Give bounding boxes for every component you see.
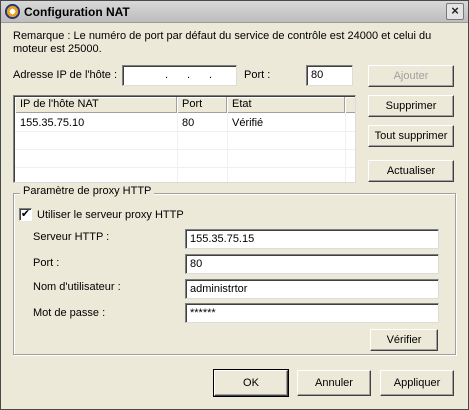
proxy-port-field[interactable]: 80 (185, 254, 439, 274)
verify-button[interactable]: Vérifier (370, 329, 438, 351)
close-button[interactable]: × (446, 3, 464, 20)
host-ip-label: Adresse IP de l'hôte : (13, 69, 118, 81)
host-ip-field[interactable]: . . . (122, 65, 237, 86)
column-header-ip[interactable]: IP de l'hôte NAT (15, 97, 177, 113)
info-note: Remarque : Le numéro de port par défaut … (13, 30, 432, 55)
apply-button[interactable]: Appliquer (380, 370, 454, 396)
column-header-status[interactable]: Etat (227, 97, 345, 113)
window-title: Configuration NAT (24, 5, 130, 19)
host-port-field[interactable]: 80 (306, 65, 353, 86)
list-header: IP de l'hôte NAT Port Etat (15, 97, 355, 113)
nat-host-list[interactable]: IP de l'hôte NAT Port Etat 155.35.75.10 … (13, 95, 356, 183)
cancel-button[interactable]: Annuler (297, 370, 371, 396)
use-proxy-label[interactable]: Utiliser le serveur proxy HTTP (37, 209, 184, 221)
table-row-empty (15, 132, 355, 150)
table-row[interactable]: 155.35.75.10 80 Vérifié (15, 114, 355, 132)
proxy-password-field[interactable]: ****** (185, 303, 439, 323)
app-logo-icon (5, 4, 20, 19)
refresh-button[interactable]: Actualiser (368, 160, 454, 182)
host-port-label: Port : (244, 69, 271, 81)
add-button[interactable]: Ajouter (368, 65, 454, 87)
proxy-server-label: Serveur HTTP : (33, 231, 110, 243)
cell-ip: 155.35.75.10 (20, 117, 85, 129)
delete-button[interactable]: Supprimer (368, 95, 454, 117)
delete-all-button[interactable]: Tout supprimer (368, 125, 454, 147)
cell-port: 80 (182, 117, 195, 129)
proxy-port-label: Port : (33, 257, 60, 269)
title-bar[interactable]: Configuration NAT × (1, 1, 468, 23)
nat-config-dialog: Configuration NAT × Remarque : Le numéro… (0, 0, 469, 410)
ip-separator: . (187, 69, 191, 81)
ok-button[interactable]: OK (213, 369, 289, 397)
table-row-empty (15, 150, 355, 168)
ip-separator: . (165, 69, 169, 81)
cell-status: Vérifié (232, 117, 264, 129)
proxy-user-field[interactable]: administrtor (185, 279, 439, 299)
proxy-group-title: Paramètre de proxy HTTP (20, 185, 155, 197)
use-proxy-checkbox[interactable]: ✔ (19, 208, 32, 221)
proxy-password-label: Mot de passe : (33, 307, 106, 319)
proxy-server-field[interactable]: 155.35.75.15 (185, 229, 439, 249)
proxy-user-label: Nom d'utilisateur : (33, 281, 121, 293)
column-header-filler (345, 97, 355, 113)
ip-separator: . (209, 69, 213, 81)
column-header-port[interactable]: Port (177, 97, 227, 113)
